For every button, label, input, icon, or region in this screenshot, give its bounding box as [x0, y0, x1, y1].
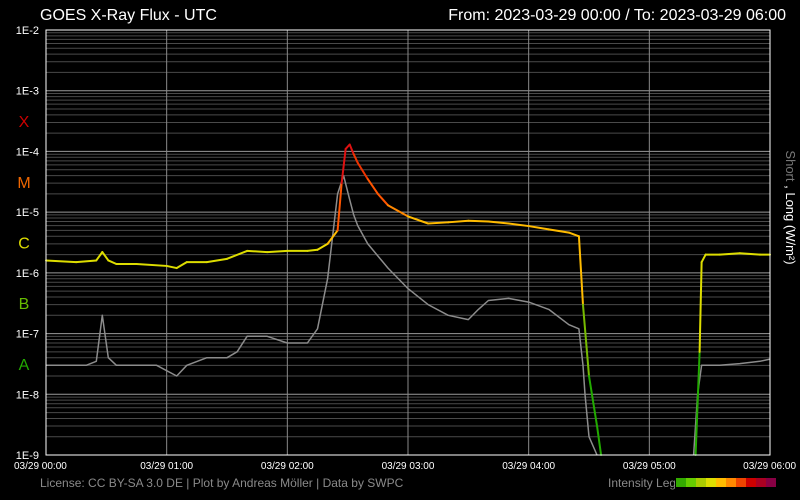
license-text: License: CC BY-SA 3.0 DE | Plot by Andre…: [40, 476, 404, 490]
y-tick-label: 1E-2: [16, 25, 39, 37]
x-tick-label: 03/29 00:00: [14, 461, 67, 472]
series-long-segment: [567, 231, 580, 238]
series-long-segment: [376, 192, 389, 207]
series-long-segment: [316, 242, 329, 251]
y-axis-label-long: Long (W/m²): [783, 192, 798, 264]
grid: [45, 29, 771, 456]
series-long-segment: [101, 251, 110, 262]
intensity-legend-swatch: [736, 478, 746, 487]
intensity-legend-label: Intensity Legend: [608, 476, 675, 490]
series-long-segment: [75, 259, 98, 264]
flare-class-label: A: [19, 357, 30, 374]
series-long-segment: [135, 262, 168, 267]
series-long-segment: [352, 153, 359, 164]
series-long-segment: [427, 221, 450, 225]
series-long-segment: [547, 228, 570, 234]
y-tick-label: 1E-8: [16, 389, 39, 401]
series-long-segment: [95, 251, 104, 262]
y-tick-label: 1E-3: [16, 86, 39, 98]
intensity-legend-swatch: [756, 478, 766, 487]
x-tick-labels: 03/29 00:00 03/29 01:00 03/29 02:00 03/29 0…: [14, 461, 796, 472]
xray-flux-chart: 1E-21E-31E-41E-51E-61E-71E-81E-9 03/29 0…: [14, 25, 798, 472]
series-long-segment: [467, 219, 490, 223]
x-tick-label: 03/29 05:00: [623, 461, 676, 472]
x-tick-label: 03/29 04:00: [502, 461, 555, 472]
series-long-segment: [205, 257, 228, 264]
series-long-segment: [348, 143, 355, 156]
series-long-segment: [107, 259, 118, 265]
y-tick-label: 1E-5: [16, 207, 39, 219]
series-long-segment: [45, 259, 78, 264]
y-tick-label: 1E-6: [16, 268, 39, 280]
series-long-segment: [700, 253, 707, 264]
intensity-legend-swatch: [696, 478, 706, 487]
y-axis-label-sep: ,: [783, 182, 798, 193]
x-tick-label: 03/29 02:00: [261, 461, 314, 472]
y-axis-label: Short , Long (W/m²): [783, 150, 798, 264]
series-long-segment: [577, 235, 584, 306]
y-axis-label-short: Short: [783, 150, 798, 181]
flare-class-label: M: [17, 175, 30, 192]
x-tick-label: 03/29 06:00: [743, 461, 796, 472]
series-long-segment: [407, 215, 430, 225]
y-tick-label: 1E-7: [16, 329, 39, 341]
x-tick-label: 03/29 01:00: [140, 461, 193, 472]
intensity-legend-swatch: [716, 478, 726, 487]
flare-class-label: C: [18, 236, 30, 253]
intensity-legend-swatch: [686, 478, 696, 487]
series-long-segment: [527, 225, 550, 231]
intensity-legend-swatch: [706, 478, 716, 487]
series-long-segment: [266, 249, 289, 254]
x-tick-label: 03/29 03:00: [382, 461, 435, 472]
series-long-segment: [165, 264, 178, 270]
series-long-segment: [447, 219, 470, 224]
y-tick-label: 1E-4: [16, 146, 39, 158]
series-long-segment: [738, 252, 761, 256]
series-long-segment: [366, 178, 379, 195]
series-long-segment: [596, 425, 603, 456]
series-long-segment: [175, 261, 188, 270]
intensity-legend-swatch: [676, 478, 686, 487]
series-short-line: [692, 358, 771, 456]
intensity-legend-swatch: [766, 478, 776, 487]
series-long-segment: [246, 249, 269, 254]
intensity-legend-swatch: [746, 478, 756, 487]
series-long-segment: [306, 248, 319, 252]
flare-class-label: B: [19, 296, 30, 313]
intensity-legend-swatch: [726, 478, 736, 487]
series-long-segment: [718, 252, 741, 256]
flare-class-label: X: [19, 114, 30, 131]
intensity-legend-bar: [676, 478, 776, 487]
